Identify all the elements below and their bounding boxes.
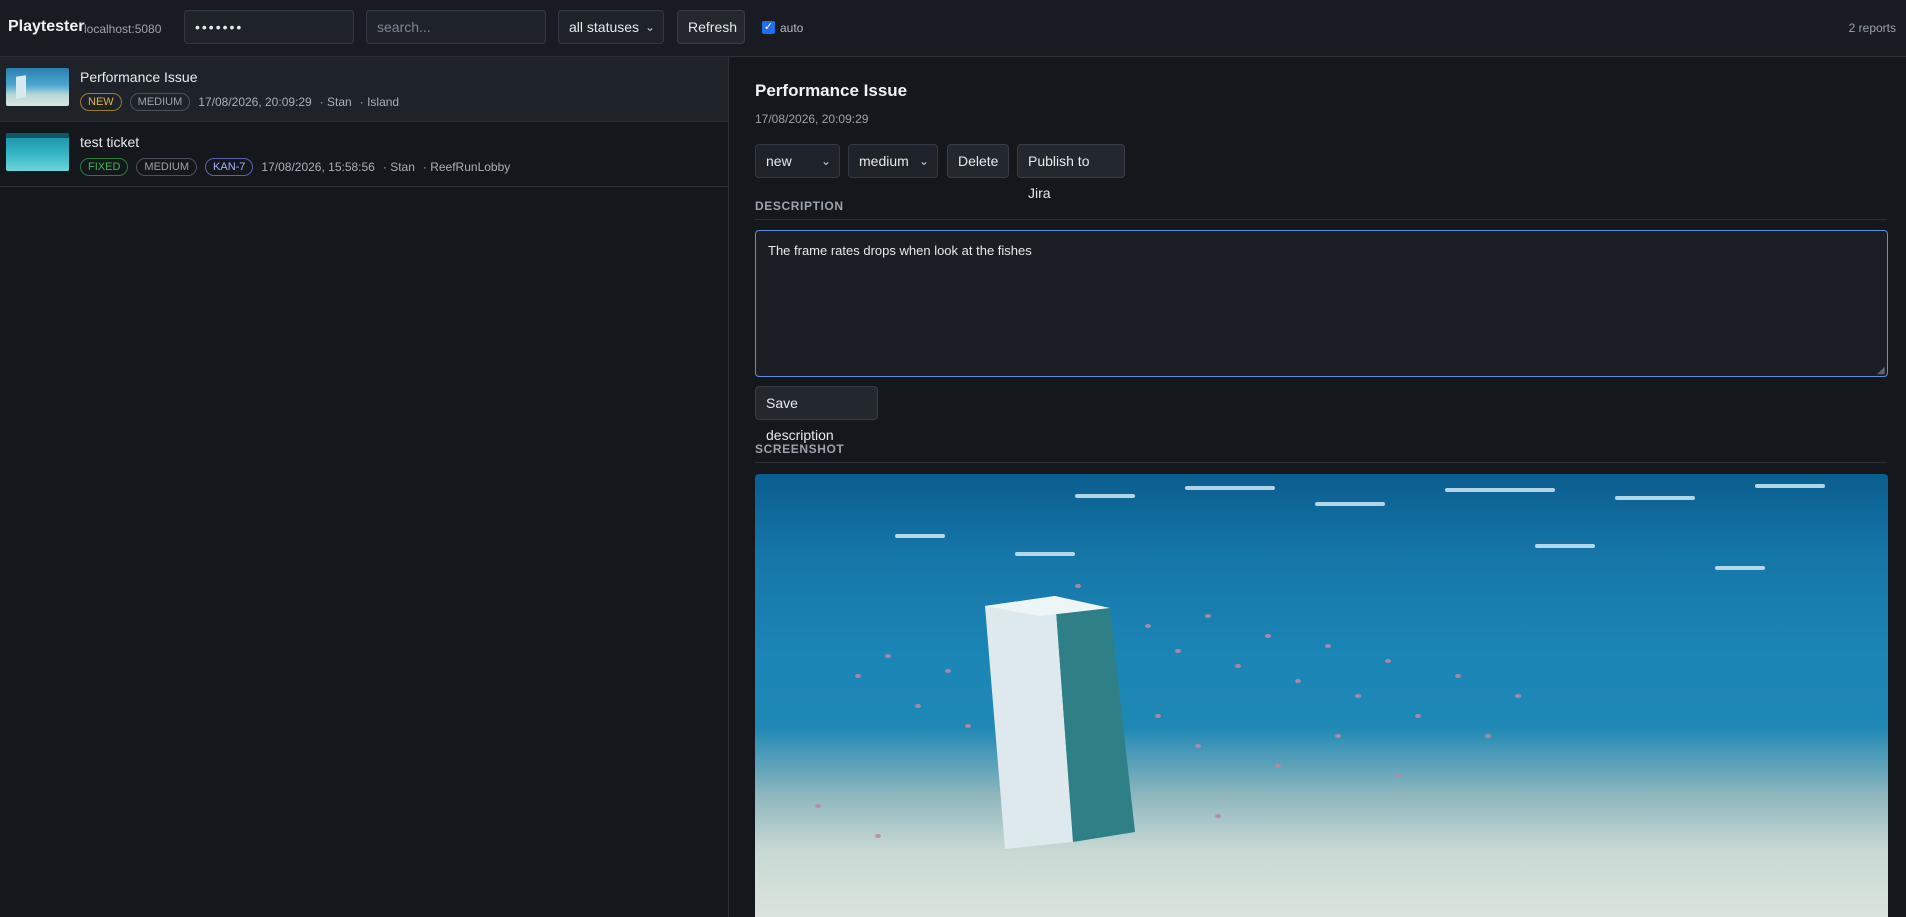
chevron-down-icon: ⌄ (820, 154, 831, 168)
report-author: · Stan (319, 95, 352, 109)
report-meta: FIXED MEDIUM KAN-7 17/08/2026, 15:58:56 … (80, 158, 510, 176)
resize-handle-icon[interactable]: ◢ (1877, 366, 1887, 376)
refresh-button[interactable]: Refresh (677, 10, 745, 44)
status-select[interactable]: new ⌄ (755, 144, 840, 178)
report-list-item[interactable]: Performance Issue NEW MEDIUM 17/08/2026,… (0, 57, 728, 122)
screenshot-heading: SCREENSHOT (755, 442, 1887, 463)
jira-key-badge[interactable]: KAN-7 (205, 158, 254, 176)
detail-title: Performance Issue (755, 81, 908, 100)
checkmark-icon: ✓ (763, 21, 774, 33)
top-bar: Playtester localhost:5080 all statuses ⌄… (0, 0, 1906, 57)
severity-badge: MEDIUM (136, 158, 198, 176)
report-scene: · ReefRunLobby (422, 160, 511, 174)
description-heading: DESCRIPTION (755, 199, 1887, 220)
description-textarea[interactable]: The frame rates drops when look at the f… (755, 230, 1888, 377)
report-thumbnail (6, 68, 69, 106)
auto-refresh-label: auto (780, 21, 804, 35)
status-badge: NEW (80, 93, 122, 111)
publish-to-jira-button[interactable]: Publish to Jira (1017, 144, 1125, 201)
severity-select[interactable]: medium ⌄ (848, 144, 938, 178)
pillar-illustration (985, 596, 1135, 849)
report-list-item[interactable]: test ticket FIXED MEDIUM KAN-7 17/08/202… (0, 122, 728, 187)
status-badge: FIXED (80, 158, 129, 176)
detail-date: 17/08/2026, 20:09:29 (755, 112, 869, 126)
server-host: localhost:5080 (84, 22, 162, 36)
api-key-field[interactable] (184, 10, 354, 44)
auto-refresh-checkbox[interactable]: ✓ (762, 21, 775, 34)
report-title: Performance Issue (80, 69, 198, 85)
severity-badge: MEDIUM (129, 93, 191, 111)
chevron-down-icon: ⌄ (644, 20, 655, 34)
report-timestamp: 17/08/2026, 20:09:29 (198, 95, 312, 109)
report-detail-panel: Performance Issue 17/08/2026, 20:09:29 n… (729, 57, 1906, 917)
report-thumbnail (6, 133, 69, 171)
report-scene: · Island (359, 95, 400, 109)
report-timestamp: 17/08/2026, 15:58:56 (261, 160, 375, 174)
severity-select-value: medium (859, 153, 909, 169)
status-filter-select[interactable]: all statuses ⌄ (558, 10, 664, 44)
search-input[interactable] (366, 10, 546, 44)
chevron-down-icon: ⌄ (918, 154, 929, 168)
status-filter-value: all statuses (569, 19, 640, 35)
status-select-value: new (766, 153, 792, 169)
save-description-button[interactable]: Save description (755, 386, 878, 443)
report-meta: NEW MEDIUM 17/08/2026, 20:09:29 · Stan ·… (80, 93, 399, 111)
report-title: test ticket (80, 134, 140, 150)
report-screenshot (755, 474, 1888, 917)
app-title: Playtester (8, 18, 85, 35)
report-count: 2 reports (1848, 21, 1896, 35)
report-list: Performance Issue NEW MEDIUM 17/08/2026,… (0, 57, 729, 917)
delete-button[interactable]: Delete (947, 144, 1009, 178)
report-author: · Stan (382, 160, 415, 174)
